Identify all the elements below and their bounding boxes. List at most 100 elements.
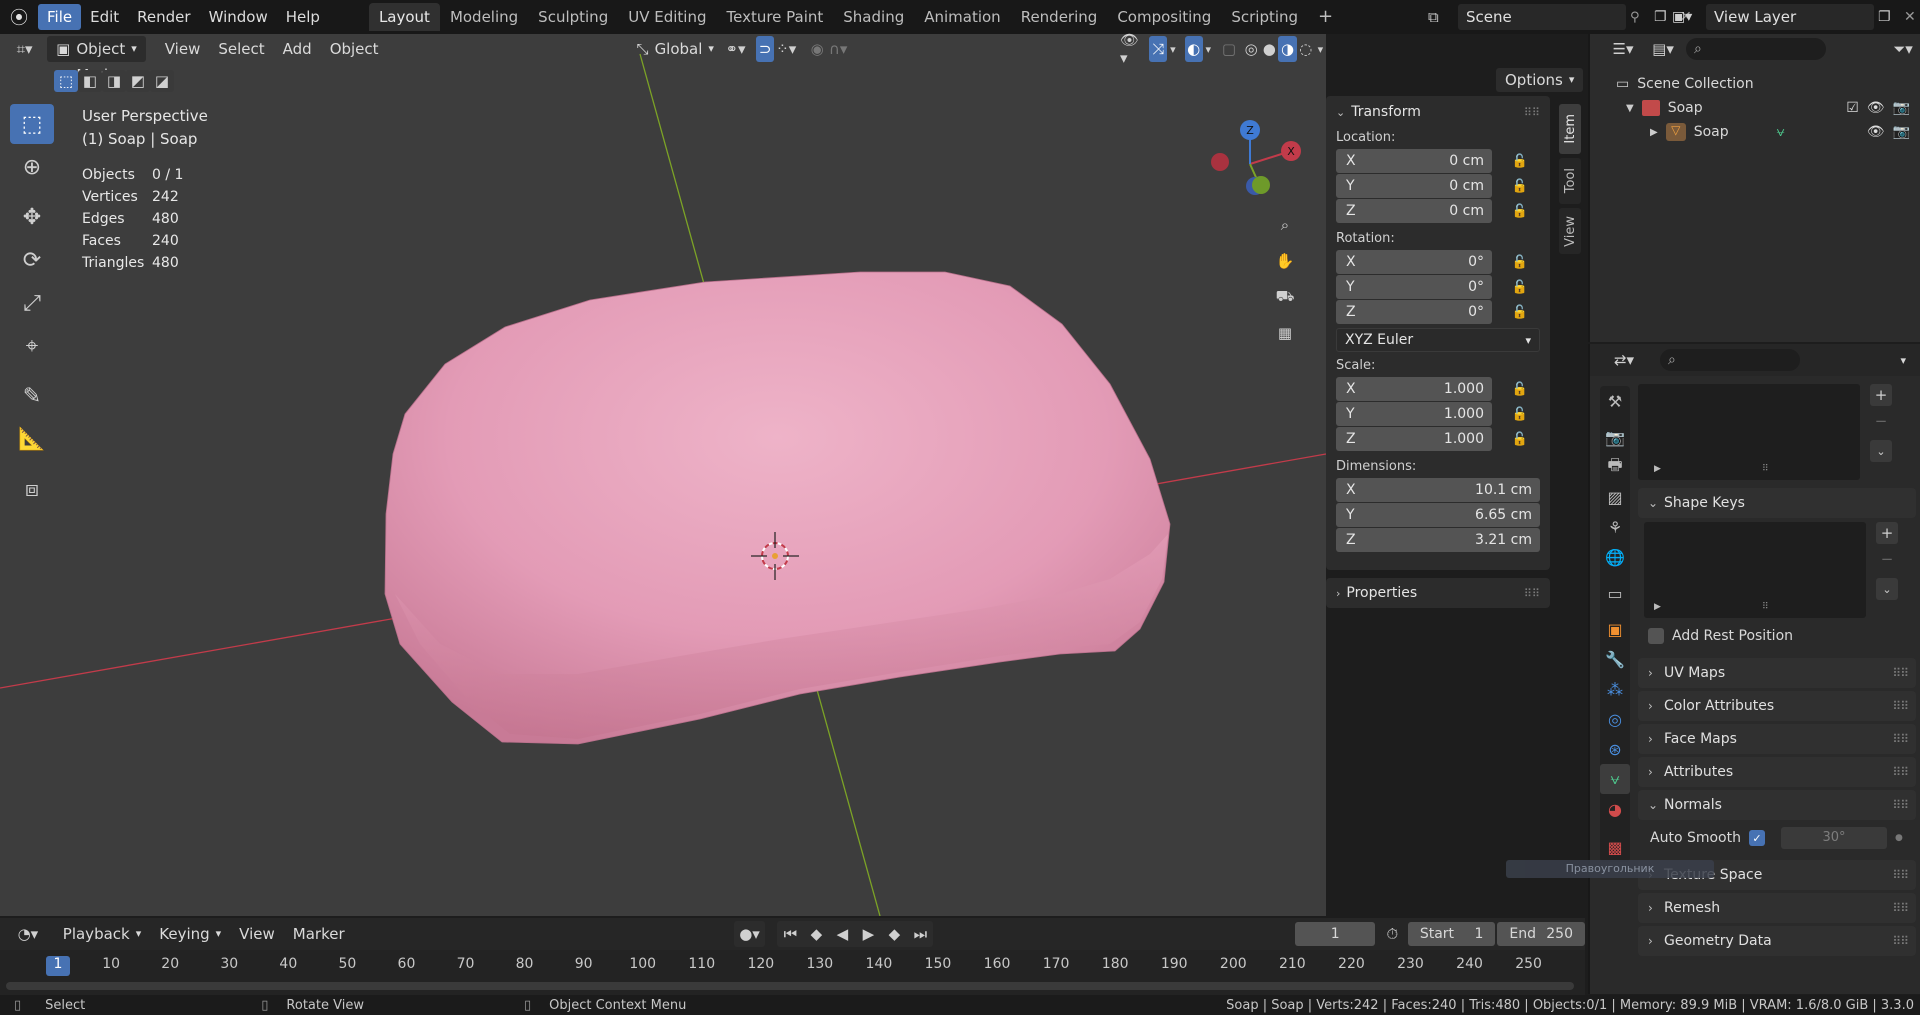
- vertex-group-menu-icon[interactable]: ⌄: [1870, 440, 1892, 462]
- menu-file[interactable]: File: [38, 4, 82, 30]
- select-intersect-icon[interactable]: ◪: [150, 70, 174, 92]
- outliner-search-input[interactable]: ⌕: [1686, 38, 1826, 60]
- lock-icon[interactable]: 🔓: [1510, 302, 1530, 322]
- annotate-tool-icon[interactable]: ✎: [10, 376, 54, 416]
- add-rest-position-row[interactable]: Add Rest Position: [1638, 618, 1916, 654]
- timeline-ruler[interactable]: 1 10 20 30 40 50 60 70 80 90 100 110 120 130 140 150 160…: [0, 950, 1585, 998]
- wireframe-shading-icon[interactable]: ◎: [1242, 36, 1260, 62]
- select-invert-icon[interactable]: ◩: [126, 70, 150, 92]
- zoom-icon[interactable]: ⌕: [1270, 210, 1300, 240]
- outliner-row-scene-collection[interactable]: ▭ Scene Collection: [1590, 72, 1920, 96]
- pivot-icon[interactable]: ⚭▾: [723, 36, 748, 62]
- hand-pan-icon[interactable]: ✋: [1270, 246, 1300, 276]
- shape-keys-panel-header[interactable]: ⌄ Shape Keys: [1638, 488, 1916, 518]
- editor-type-icon[interactable]: ⇄▾: [1606, 347, 1642, 373]
- move-tool-icon[interactable]: ✥: [10, 197, 54, 237]
- menu-help[interactable]: Help: [277, 4, 329, 30]
- shape-key-menu-icon[interactable]: ⌄: [1876, 578, 1898, 600]
- keying-menu[interactable]: Keying ▾: [150, 921, 230, 947]
- options-chevron-icon[interactable]: ▾: [1900, 354, 1906, 367]
- tab-tool[interactable]: Tool: [1559, 158, 1581, 204]
- cursor-tool-icon[interactable]: ⊕: [10, 147, 54, 187]
- checkbox-icon[interactable]: [1648, 628, 1664, 644]
- expand-arrow-icon[interactable]: ▶: [1654, 602, 1661, 612]
- lock-icon[interactable]: 🔓: [1510, 404, 1530, 424]
- dimensions-y-field[interactable]: Y 6.65 cm: [1336, 503, 1540, 527]
- select-box-tool-icon[interactable]: ⬚: [10, 104, 54, 144]
- location-y-field[interactable]: Y0 cm: [1336, 174, 1492, 198]
- outliner-row-soap-collection[interactable]: ▼ Soap ☑ 👁 📷: [1590, 96, 1920, 120]
- constraints-properties-tab-icon[interactable]: ⊛: [1600, 734, 1630, 764]
- workspace-tab-rendering[interactable]: Rendering: [1011, 3, 1108, 31]
- add-vertex-group-icon[interactable]: +: [1870, 384, 1892, 406]
- outliner-row-soap-object[interactable]: ▶ ▽ Soap ⩝ 👁 📷: [1590, 120, 1920, 144]
- mode-dropdown[interactable]: ▣Object Mode▾: [47, 36, 146, 84]
- filter-icon[interactable]: ⏷▾: [1886, 36, 1920, 62]
- dimensions-z-field[interactable]: Z 3.21 cm: [1336, 528, 1540, 552]
- editor-type-icon[interactable]: ⌗▾: [12, 36, 37, 62]
- auto-smooth-angle-field[interactable]: 30°: [1780, 827, 1887, 849]
- measure-tool-icon[interactable]: 📐: [10, 419, 54, 459]
- blender-logo-icon[interactable]: ⦿: [0, 4, 38, 30]
- mesh-data-properties-tab-icon[interactable]: ⩝: [1600, 764, 1630, 794]
- orientation-dropdown[interactable]: ⤡ Global ▾: [628, 36, 723, 62]
- pin-icon[interactable]: ⚲: [1630, 10, 1650, 25]
- remesh-panel-header[interactable]: › Remesh ⠿⠿: [1638, 893, 1916, 923]
- drag-grip-icon[interactable]: ⠿⠿: [1524, 106, 1540, 119]
- world-properties-tab-icon[interactable]: 🌐: [1600, 542, 1630, 572]
- rotate-tool-icon[interactable]: ⟳: [10, 240, 54, 280]
- drag-grip-icon[interactable]: ⠿⠿: [1892, 798, 1909, 812]
- workspace-tab-uv-editing[interactable]: UV Editing: [618, 3, 716, 31]
- geometry-data-panel-header[interactable]: › Geometry Data ⠿⠿: [1638, 926, 1916, 956]
- expand-arrow-icon[interactable]: ▼: [1626, 103, 1634, 114]
- lock-icon[interactable]: 🔓: [1510, 379, 1530, 399]
- lock-icon[interactable]: 🔓: [1510, 151, 1530, 171]
- transform-panel-header[interactable]: ⌄ Transform ⠿⠿: [1326, 96, 1550, 128]
- scale-y-field[interactable]: Y 1.000: [1336, 402, 1492, 426]
- rotation-z-field[interactable]: Z 0°: [1336, 300, 1492, 324]
- lock-icon[interactable]: 🔓: [1510, 277, 1530, 297]
- dimensions-x-field[interactable]: X 10.1 cm: [1336, 478, 1540, 502]
- navigation-gizmo[interactable]: X Z: [1200, 114, 1310, 224]
- add-workspace-button[interactable]: +: [1308, 3, 1343, 31]
- editor-type-icon[interactable]: ☰▾: [1606, 36, 1640, 62]
- menu-render[interactable]: Render: [128, 4, 199, 30]
- add-menu[interactable]: Add: [274, 36, 321, 62]
- material-shading-icon[interactable]: ◑: [1278, 36, 1297, 62]
- scene-properties-tab-icon[interactable]: ⚘: [1600, 512, 1630, 542]
- 3d-viewport[interactable]: User Perspective (1) Soap | Soap Objects…: [0, 34, 1326, 916]
- view-menu[interactable]: View: [156, 36, 210, 62]
- options-dropdown[interactable]: Options ▾: [1496, 68, 1584, 92]
- editor-type-icon[interactable]: ◔▾: [12, 921, 44, 947]
- jump-keyframe-forward-icon[interactable]: ◆: [881, 921, 907, 947]
- current-frame-field[interactable]: 1: [1295, 922, 1375, 946]
- resize-grip-icon[interactable]: ⠿: [1762, 464, 1769, 474]
- select-new-icon[interactable]: ⬚: [54, 70, 78, 92]
- lock-icon[interactable]: 🔓: [1510, 429, 1530, 449]
- keyframe-dot-icon[interactable]: ●: [1895, 833, 1903, 843]
- falloff-icon[interactable]: ∩▾: [826, 36, 850, 62]
- camera-view-icon[interactable]: ⛟: [1270, 282, 1300, 312]
- color-attributes-panel-header[interactable]: › Color Attributes ⠿⠿: [1638, 691, 1916, 721]
- remove-shape-key-icon[interactable]: −: [1876, 548, 1898, 570]
- remove-view-layer-icon[interactable]: ✕: [1904, 9, 1920, 25]
- shading-dropdown-icon[interactable]: ▾: [1315, 36, 1326, 62]
- uv-maps-panel-header[interactable]: › UV Maps ⠿⠿: [1638, 658, 1916, 688]
- rotation-x-field[interactable]: X 0°: [1336, 250, 1492, 274]
- lock-icon[interactable]: 🔓: [1510, 252, 1530, 272]
- scene-field[interactable]: Scene: [1458, 4, 1626, 30]
- expand-arrow-icon[interactable]: ▶: [1650, 127, 1658, 138]
- marker-menu[interactable]: Marker: [284, 921, 354, 947]
- end-frame-field[interactable]: End 250: [1497, 922, 1585, 946]
- overlay-toggle-icon[interactable]: ◐: [1184, 36, 1203, 62]
- visibility-icon[interactable]: 👁▾: [1120, 31, 1145, 67]
- play-reverse-icon[interactable]: ◀: [829, 921, 855, 947]
- jump-start-icon[interactable]: ⏮: [777, 921, 803, 947]
- start-frame-field[interactable]: Start 1: [1407, 922, 1496, 946]
- object-menu[interactable]: Object: [321, 36, 388, 62]
- select-subtract-icon[interactable]: ◨: [102, 70, 126, 92]
- display-mode-icon[interactable]: ▤▾: [1646, 36, 1680, 62]
- material-properties-tab-icon[interactable]: ◕: [1600, 794, 1630, 824]
- play-icon[interactable]: ▶: [855, 921, 881, 947]
- auto-smooth-checkbox[interactable]: ✓: [1748, 830, 1765, 846]
